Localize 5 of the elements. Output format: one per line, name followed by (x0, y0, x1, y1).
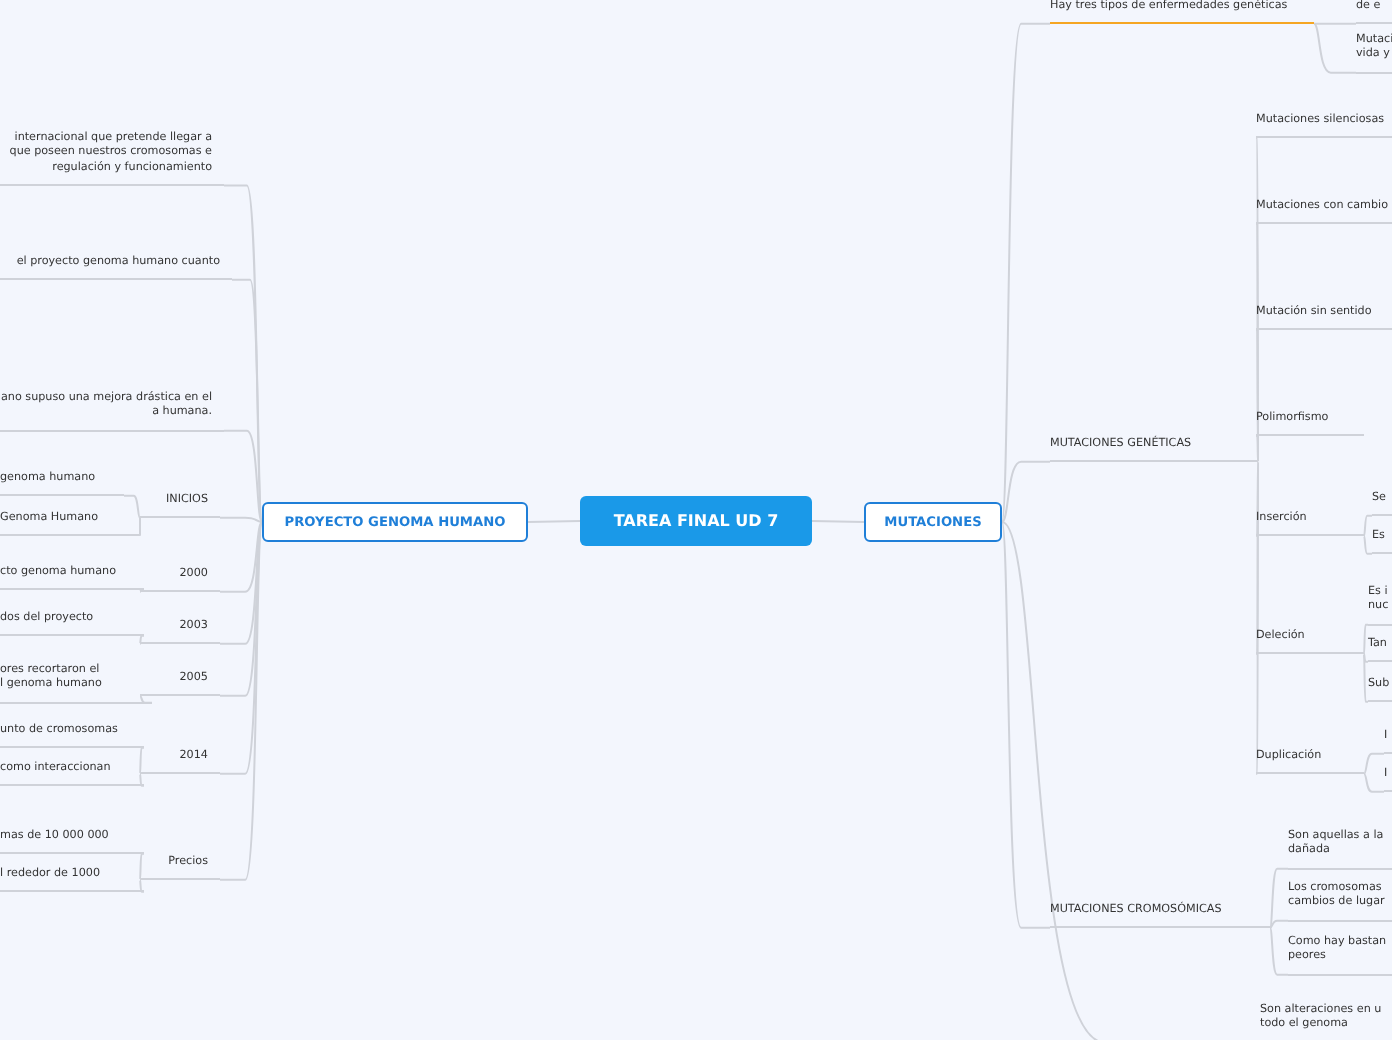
connector-line (811, 520, 865, 523)
connector-line (1363, 752, 1385, 775)
connector-line (1363, 772, 1385, 793)
connector-line (139, 634, 145, 645)
connector-line (527, 520, 581, 523)
